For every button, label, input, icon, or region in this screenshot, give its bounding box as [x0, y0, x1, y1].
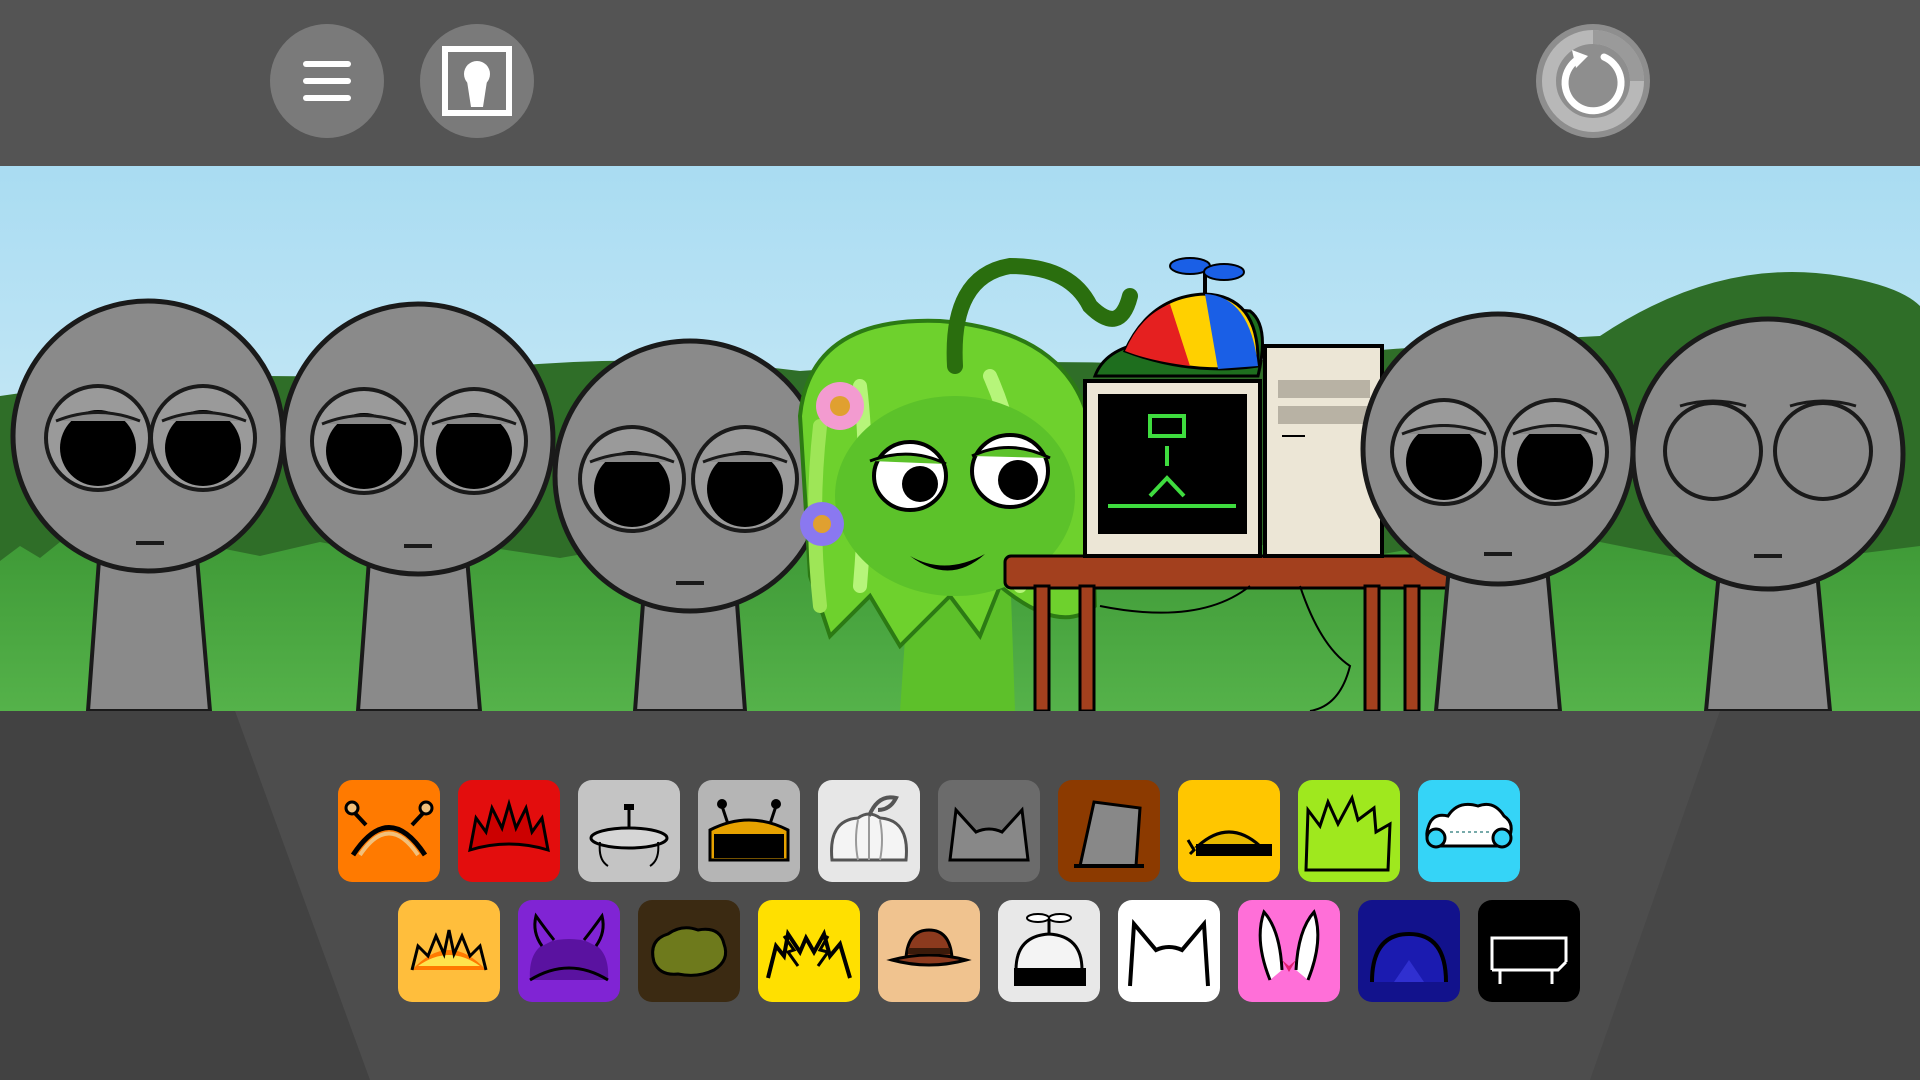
spiky-red-hair-icon: [468, 798, 550, 853]
palette-slot-purple-horns[interactable]: [518, 900, 620, 1002]
palette-slot-spiky-red-hair[interactable]: [458, 780, 560, 882]
antenna-headband-icon: [344, 800, 434, 857]
bucket-hat-icon: [1074, 800, 1144, 868]
palette-slot-propeller-cap[interactable]: [998, 900, 1100, 1002]
moss-bush-icon: [651, 926, 728, 977]
palette-slot-lime-spiky-hair[interactable]: [1298, 780, 1400, 882]
propeller-cap-icon: [1014, 913, 1086, 986]
palette-slot-yellow-visor-cap[interactable]: [1178, 780, 1280, 882]
palette-slot-halo-disc[interactable]: [578, 780, 680, 882]
palette-slot-bucket-hat[interactable]: [1058, 780, 1160, 882]
palette-slot-lightning-hair[interactable]: [758, 900, 860, 1002]
white-cat-ears-icon: [1128, 918, 1210, 987]
purple-horns-icon: [529, 912, 609, 982]
palette-slot-fedora-hat[interactable]: [878, 900, 980, 1002]
cat-ears-gray-icon: [948, 806, 1030, 862]
reset-button[interactable]: [1536, 24, 1650, 138]
palette-slot-cat-ears-gray[interactable]: [938, 780, 1040, 882]
sound-palette-area: [0, 711, 1920, 1080]
halo-disc-icon: [589, 804, 669, 867]
music-stage: [0, 166, 1920, 711]
lightning-hair-icon: [766, 928, 852, 979]
palette-slot-robot-visor[interactable]: [698, 780, 800, 882]
top-toolbar: [0, 0, 1920, 168]
pumpkin-head-icon: [830, 795, 908, 862]
bench-icon: [1490, 936, 1568, 984]
lime-spiky-hair-icon: [1304, 793, 1392, 872]
bunny-ears-icon: [1258, 909, 1320, 981]
palette-slot-white-cat-ears[interactable]: [1118, 900, 1220, 1002]
palette-slot-bench[interactable]: [1478, 900, 1580, 1002]
palette-slot-bunny-ears[interactable]: [1238, 900, 1340, 1002]
blue-dome-icon: [1370, 931, 1448, 983]
palette-slot-sun-crown[interactable]: [398, 900, 500, 1002]
palette-slot-blue-dome[interactable]: [1358, 900, 1460, 1002]
palette-slot-pumpkin-head[interactable]: [818, 780, 920, 882]
palette-row-1: [0, 780, 1920, 882]
menu-button[interactable]: [270, 24, 384, 138]
palette-slot-cloud-headphones[interactable]: [1418, 780, 1520, 882]
palette-row-2: [0, 900, 1920, 1002]
yellow-visor-cap-icon: [1186, 830, 1272, 856]
robot-visor-icon: [708, 799, 790, 862]
hamburger-menu-icon: [303, 61, 351, 101]
cloud-headphones-icon: [1425, 802, 1513, 849]
gallery-button[interactable]: [420, 24, 534, 138]
fedora-hat-icon: [886, 928, 972, 967]
sun-crown-icon: [410, 929, 488, 971]
palette-slot-antenna-headband[interactable]: [338, 780, 440, 882]
reset-loop-icon: [1542, 30, 1644, 132]
palette-slot-moss-bush[interactable]: [638, 900, 740, 1002]
character-portrait-icon: [442, 46, 512, 116]
